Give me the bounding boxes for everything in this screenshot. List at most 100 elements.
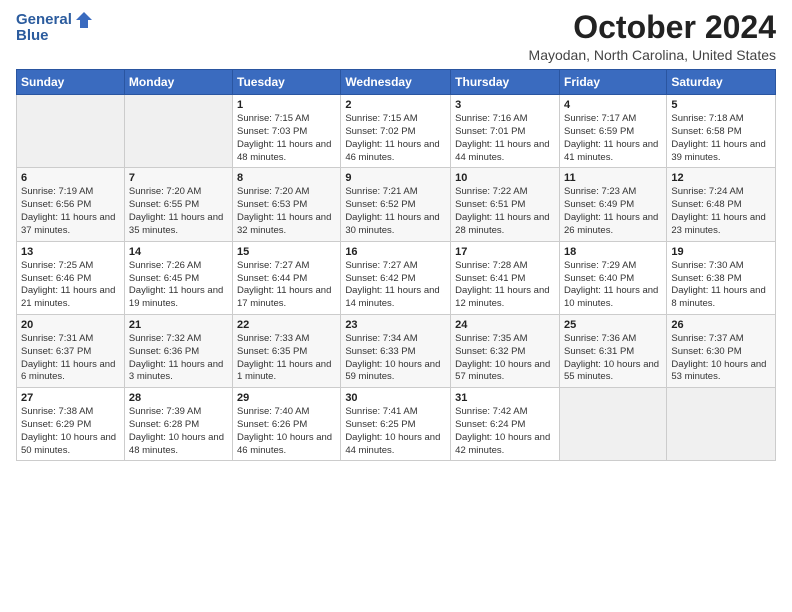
calendar-cell	[667, 388, 776, 461]
day-number: 12	[671, 172, 771, 184]
day-info: Sunrise: 7:27 AMSunset: 6:44 PMDaylight:…	[237, 260, 336, 311]
day-info: Sunrise: 7:26 AMSunset: 6:45 PMDaylight:…	[129, 260, 228, 311]
calendar-cell: 16Sunrise: 7:27 AMSunset: 6:42 PMDayligh…	[341, 241, 451, 314]
calendar-cell: 26Sunrise: 7:37 AMSunset: 6:30 PMDayligh…	[667, 314, 776, 387]
day-number: 27	[21, 392, 120, 404]
day-number: 14	[129, 246, 228, 258]
day-number: 20	[21, 319, 120, 331]
calendar-cell: 11Sunrise: 7:23 AMSunset: 6:49 PMDayligh…	[559, 168, 666, 241]
day-info: Sunrise: 7:31 AMSunset: 6:37 PMDaylight:…	[21, 333, 120, 384]
calendar-cell: 8 Sunrise: 7:20 AMSunset: 6:53 PMDaylight…	[233, 168, 341, 241]
day-number: 18	[564, 246, 662, 258]
day-info: Sunrise: 7:20 AMSunset: 6:53 PMDaylight:…	[237, 186, 336, 237]
col-header-saturday: Saturday	[667, 70, 776, 95]
day-info: Sunrise: 7:23 AMSunset: 6:49 PMDaylight:…	[564, 186, 662, 237]
day-number: 16	[345, 246, 446, 258]
logo-icon	[74, 10, 94, 30]
calendar-cell: 2 Sunrise: 7:15 AMSunset: 7:02 PMDaylight…	[341, 95, 451, 168]
day-number: 3	[455, 99, 555, 111]
calendar-cell: 28Sunrise: 7:39 AMSunset: 6:28 PMDayligh…	[124, 388, 232, 461]
calendar-cell: 3 Sunrise: 7:16 AMSunset: 7:01 PMDaylight…	[451, 95, 560, 168]
day-number: 25	[564, 319, 662, 331]
calendar-cell: 22Sunrise: 7:33 AMSunset: 6:35 PMDayligh…	[233, 314, 341, 387]
day-number: 10	[455, 172, 555, 184]
day-info: Sunrise: 7:30 AMSunset: 6:38 PMDaylight:…	[671, 260, 771, 311]
logo-blue: Blue	[16, 28, 94, 45]
location: Mayodan, North Carolina, United States	[529, 47, 776, 63]
calendar-cell: 5 Sunrise: 7:18 AMSunset: 6:58 PMDaylight…	[667, 95, 776, 168]
calendar-cell: 4 Sunrise: 7:17 AMSunset: 6:59 PMDaylight…	[559, 95, 666, 168]
day-info: Sunrise: 7:20 AMSunset: 6:55 PMDaylight:…	[129, 186, 228, 237]
day-info: Sunrise: 7:19 AMSunset: 6:56 PMDaylight:…	[21, 186, 120, 237]
calendar-cell	[559, 388, 666, 461]
calendar-cell: 23 Sunrise: 7:34 AMSunset: 6:33 PMDayligh…	[341, 314, 451, 387]
col-header-sunday: Sunday	[17, 70, 125, 95]
day-info: Sunrise: 7:33 AMSunset: 6:35 PMDaylight:…	[237, 333, 336, 384]
day-number: 2	[345, 99, 446, 111]
calendar-week-4: 20 Sunrise: 7:31 AMSunset: 6:37 PMDayligh…	[17, 314, 776, 387]
day-number: 17	[455, 246, 555, 258]
day-number: 8	[237, 172, 336, 184]
day-info: Sunrise: 7:29 AMSunset: 6:40 PMDaylight:…	[564, 260, 662, 311]
day-info: Sunrise: 7:41 AMSunset: 6:25 PMDaylight:…	[345, 406, 446, 457]
day-number: 31	[455, 392, 555, 404]
day-info: Sunrise: 7:18 AMSunset: 6:58 PMDaylight:…	[671, 113, 771, 164]
col-header-wednesday: Wednesday	[341, 70, 451, 95]
day-info: Sunrise: 7:40 AMSunset: 6:26 PMDaylight:…	[237, 406, 336, 457]
calendar-cell: 12 Sunrise: 7:24 AMSunset: 6:48 PMDayligh…	[667, 168, 776, 241]
calendar-cell: 1 Sunrise: 7:15 AMSunset: 7:03 PMDaylight…	[233, 95, 341, 168]
logo-general: General	[16, 12, 72, 29]
day-number: 15	[237, 246, 336, 258]
day-info: Sunrise: 7:38 AMSunset: 6:29 PMDaylight:…	[21, 406, 120, 457]
day-number: 30	[345, 392, 446, 404]
calendar-cell: 25 Sunrise: 7:36 AMSunset: 6:31 PMDayligh…	[559, 314, 666, 387]
calendar-header-row: SundayMondayTuesdayWednesdayThursdayFrid…	[17, 70, 776, 95]
calendar-cell: 29Sunrise: 7:40 AMSunset: 6:26 PMDayligh…	[233, 388, 341, 461]
col-header-friday: Friday	[559, 70, 666, 95]
day-info: Sunrise: 7:34 AMSunset: 6:33 PMDaylight:…	[345, 333, 446, 384]
title-block: October 2024 Mayodan, North Carolina, Un…	[529, 10, 776, 63]
day-number: 28	[129, 392, 228, 404]
day-info: Sunrise: 7:21 AMSunset: 6:52 PMDaylight:…	[345, 186, 446, 237]
calendar-cell: 19Sunrise: 7:30 AMSunset: 6:38 PMDayligh…	[667, 241, 776, 314]
month-title: October 2024	[529, 10, 776, 45]
day-number: 4	[564, 99, 662, 111]
day-number: 6	[21, 172, 120, 184]
calendar-cell: 30 Sunrise: 7:41 AMSunset: 6:25 PMDayligh…	[341, 388, 451, 461]
calendar-week-5: 27 Sunrise: 7:38 AMSunset: 6:29 PMDayligh…	[17, 388, 776, 461]
col-header-monday: Monday	[124, 70, 232, 95]
day-info: Sunrise: 7:36 AMSunset: 6:31 PMDaylight:…	[564, 333, 662, 384]
day-info: Sunrise: 7:42 AMSunset: 6:24 PMDaylight:…	[455, 406, 555, 457]
col-header-tuesday: Tuesday	[233, 70, 341, 95]
day-info: Sunrise: 7:32 AMSunset: 6:36 PMDaylight:…	[129, 333, 228, 384]
calendar-cell: 6 Sunrise: 7:19 AMSunset: 6:56 PMDaylight…	[17, 168, 125, 241]
calendar-cell: 20 Sunrise: 7:31 AMSunset: 6:37 PMDayligh…	[17, 314, 125, 387]
day-number: 23	[345, 319, 446, 331]
col-header-thursday: Thursday	[451, 70, 560, 95]
day-info: Sunrise: 7:24 AMSunset: 6:48 PMDaylight:…	[671, 186, 771, 237]
day-info: Sunrise: 7:15 AMSunset: 7:02 PMDaylight:…	[345, 113, 446, 164]
day-info: Sunrise: 7:15 AMSunset: 7:03 PMDaylight:…	[237, 113, 336, 164]
calendar-cell: 14 Sunrise: 7:26 AMSunset: 6:45 PMDayligh…	[124, 241, 232, 314]
day-number: 7	[129, 172, 228, 184]
calendar-cell: 24Sunrise: 7:35 AMSunset: 6:32 PMDayligh…	[451, 314, 560, 387]
calendar-cell: 18 Sunrise: 7:29 AMSunset: 6:40 PMDayligh…	[559, 241, 666, 314]
calendar-cell: 15 Sunrise: 7:27 AMSunset: 6:44 PMDayligh…	[233, 241, 341, 314]
calendar-week-2: 6 Sunrise: 7:19 AMSunset: 6:56 PMDaylight…	[17, 168, 776, 241]
calendar-cell: 27 Sunrise: 7:38 AMSunset: 6:29 PMDayligh…	[17, 388, 125, 461]
day-info: Sunrise: 7:17 AMSunset: 6:59 PMDaylight:…	[564, 113, 662, 164]
calendar-cell: 17Sunrise: 7:28 AMSunset: 6:41 PMDayligh…	[451, 241, 560, 314]
calendar-cell: 10Sunrise: 7:22 AMSunset: 6:51 PMDayligh…	[451, 168, 560, 241]
day-number: 1	[237, 99, 336, 111]
day-number: 13	[21, 246, 120, 258]
day-info: Sunrise: 7:35 AMSunset: 6:32 PMDaylight:…	[455, 333, 555, 384]
day-info: Sunrise: 7:16 AMSunset: 7:01 PMDaylight:…	[455, 113, 555, 164]
day-info: Sunrise: 7:25 AMSunset: 6:46 PMDaylight:…	[21, 260, 120, 311]
calendar-table: SundayMondayTuesdayWednesdayThursdayFrid…	[16, 69, 776, 461]
day-number: 5	[671, 99, 771, 111]
calendar-cell	[124, 95, 232, 168]
calendar-cell: 13 Sunrise: 7:25 AMSunset: 6:46 PMDayligh…	[17, 241, 125, 314]
calendar-week-3: 13 Sunrise: 7:25 AMSunset: 6:46 PMDayligh…	[17, 241, 776, 314]
calendar-cell: 31 Sunrise: 7:42 AMSunset: 6:24 PMDayligh…	[451, 388, 560, 461]
calendar-cell: 9Sunrise: 7:21 AMSunset: 6:52 PMDaylight…	[341, 168, 451, 241]
